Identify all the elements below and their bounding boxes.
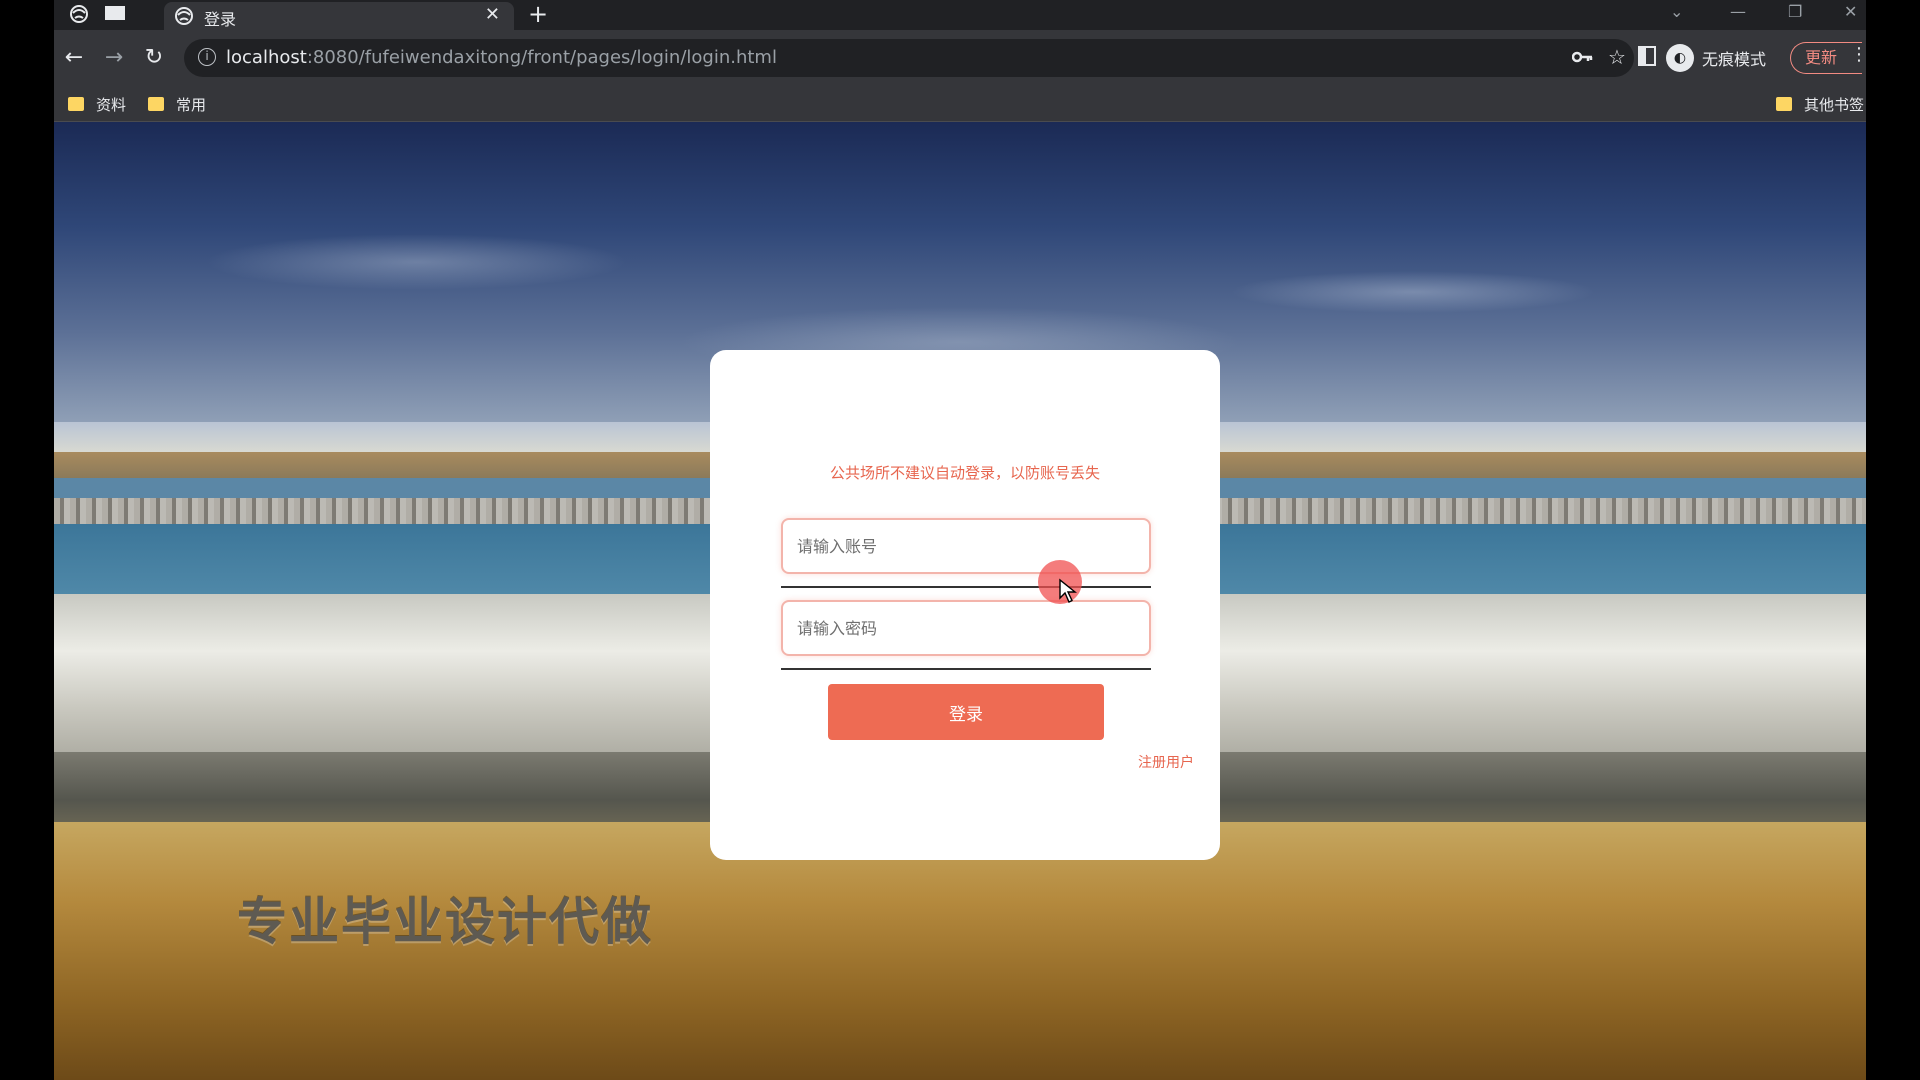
menu-dots-icon[interactable]: ⋮ (1850, 44, 1866, 65)
register-link[interactable]: 注册用户 (1138, 752, 1194, 772)
new-tab-icon[interactable]: + (528, 0, 548, 28)
other-bookmarks-folder[interactable]: 其他书签 (1776, 94, 1864, 114)
account-underline (781, 586, 1151, 588)
tab-strip: 登录 ✕ + ⌄ — ❐ ✕ (54, 0, 1866, 30)
other-bookmarks-label: 其他书签 (1804, 95, 1865, 114)
login-card: 公共场所不建议自动登录，以防账号丢失 登录 注册用户 (710, 350, 1220, 860)
folder-icon (1776, 97, 1792, 111)
tab-login[interactable]: 登录 ✕ (164, 2, 514, 30)
globe-favicon-icon (175, 7, 193, 25)
bookmark-star-icon[interactable]: ☆ (1608, 45, 1626, 69)
incognito-label: 无痕模式 (1702, 50, 1767, 69)
url-path: :8080/fufeiwendaxitong/front/pages/login… (306, 47, 777, 68)
watermark-text: 专业毕业设计代做 (237, 893, 653, 951)
bookmark-label: 常用 (176, 95, 207, 114)
tab-title: 登录 (204, 10, 237, 29)
account-input[interactable] (783, 520, 1149, 572)
url-text[interactable]: localhost:8080/fufeiwendaxitong/front/pa… (226, 47, 777, 68)
back-icon[interactable]: ← (60, 44, 88, 72)
chrome-globe-icon[interactable] (68, 4, 90, 26)
account-field[interactable] (781, 518, 1151, 574)
site-info-icon[interactable]: i (198, 48, 216, 66)
key-icon[interactable] (1571, 45, 1594, 69)
incognito-icon: ◐ (1666, 44, 1694, 72)
browser-window: 登录 ✕ + ⌄ — ❐ ✕ ← → ↻ i localhost:8080/fu… (54, 0, 1866, 1080)
login-notice: 公共场所不建议自动登录，以防账号丢失 (829, 464, 1100, 482)
minimize-icon[interactable]: — (1730, 2, 1746, 21)
bookmark-folder-changyong[interactable]: 常用 (148, 94, 206, 114)
mouse-cursor-icon (1059, 578, 1077, 603)
side-panel-icon[interactable] (1638, 46, 1656, 66)
restore-icon[interactable]: ❐ (1788, 2, 1802, 21)
url-host: localhost (226, 47, 307, 68)
folder-icon (68, 97, 84, 111)
close-window-icon[interactable]: ✕ (1844, 2, 1857, 21)
screen: 登录 ✕ + ⌄ — ❐ ✕ ← → ↻ i localhost:8080/fu… (0, 0, 1920, 1080)
bookmark-folder-ziliao[interactable]: 资料 (68, 94, 126, 114)
tab-search-icon[interactable] (104, 4, 126, 26)
folder-icon (148, 97, 164, 111)
tab-list-chevron-icon[interactable]: ⌄ (1670, 2, 1683, 21)
bookmark-label: 资料 (96, 95, 127, 114)
tab-close-icon[interactable]: ✕ (485, 4, 500, 25)
bookmarks-bar: 资料 常用 其他书签 (54, 86, 1866, 122)
password-underline (781, 668, 1151, 670)
login-button[interactable]: 登录 (828, 684, 1104, 740)
reload-icon[interactable]: ↻ (140, 44, 168, 72)
incognito-indicator[interactable]: ◐ 无痕模式 (1666, 42, 1766, 74)
password-input[interactable] (783, 602, 1149, 654)
password-field[interactable] (781, 600, 1151, 656)
address-bar[interactable]: i localhost:8080/fufeiwendaxitong/front/… (184, 39, 1634, 77)
page-content: 专业毕业设计代做 公共场所不建议自动登录，以防账号丢失 登录 注册用户 (54, 122, 1866, 1080)
forward-icon[interactable]: → (100, 44, 128, 72)
toolbar: ← → ↻ i localhost:8080/fufeiwendaxitong/… (54, 30, 1866, 86)
